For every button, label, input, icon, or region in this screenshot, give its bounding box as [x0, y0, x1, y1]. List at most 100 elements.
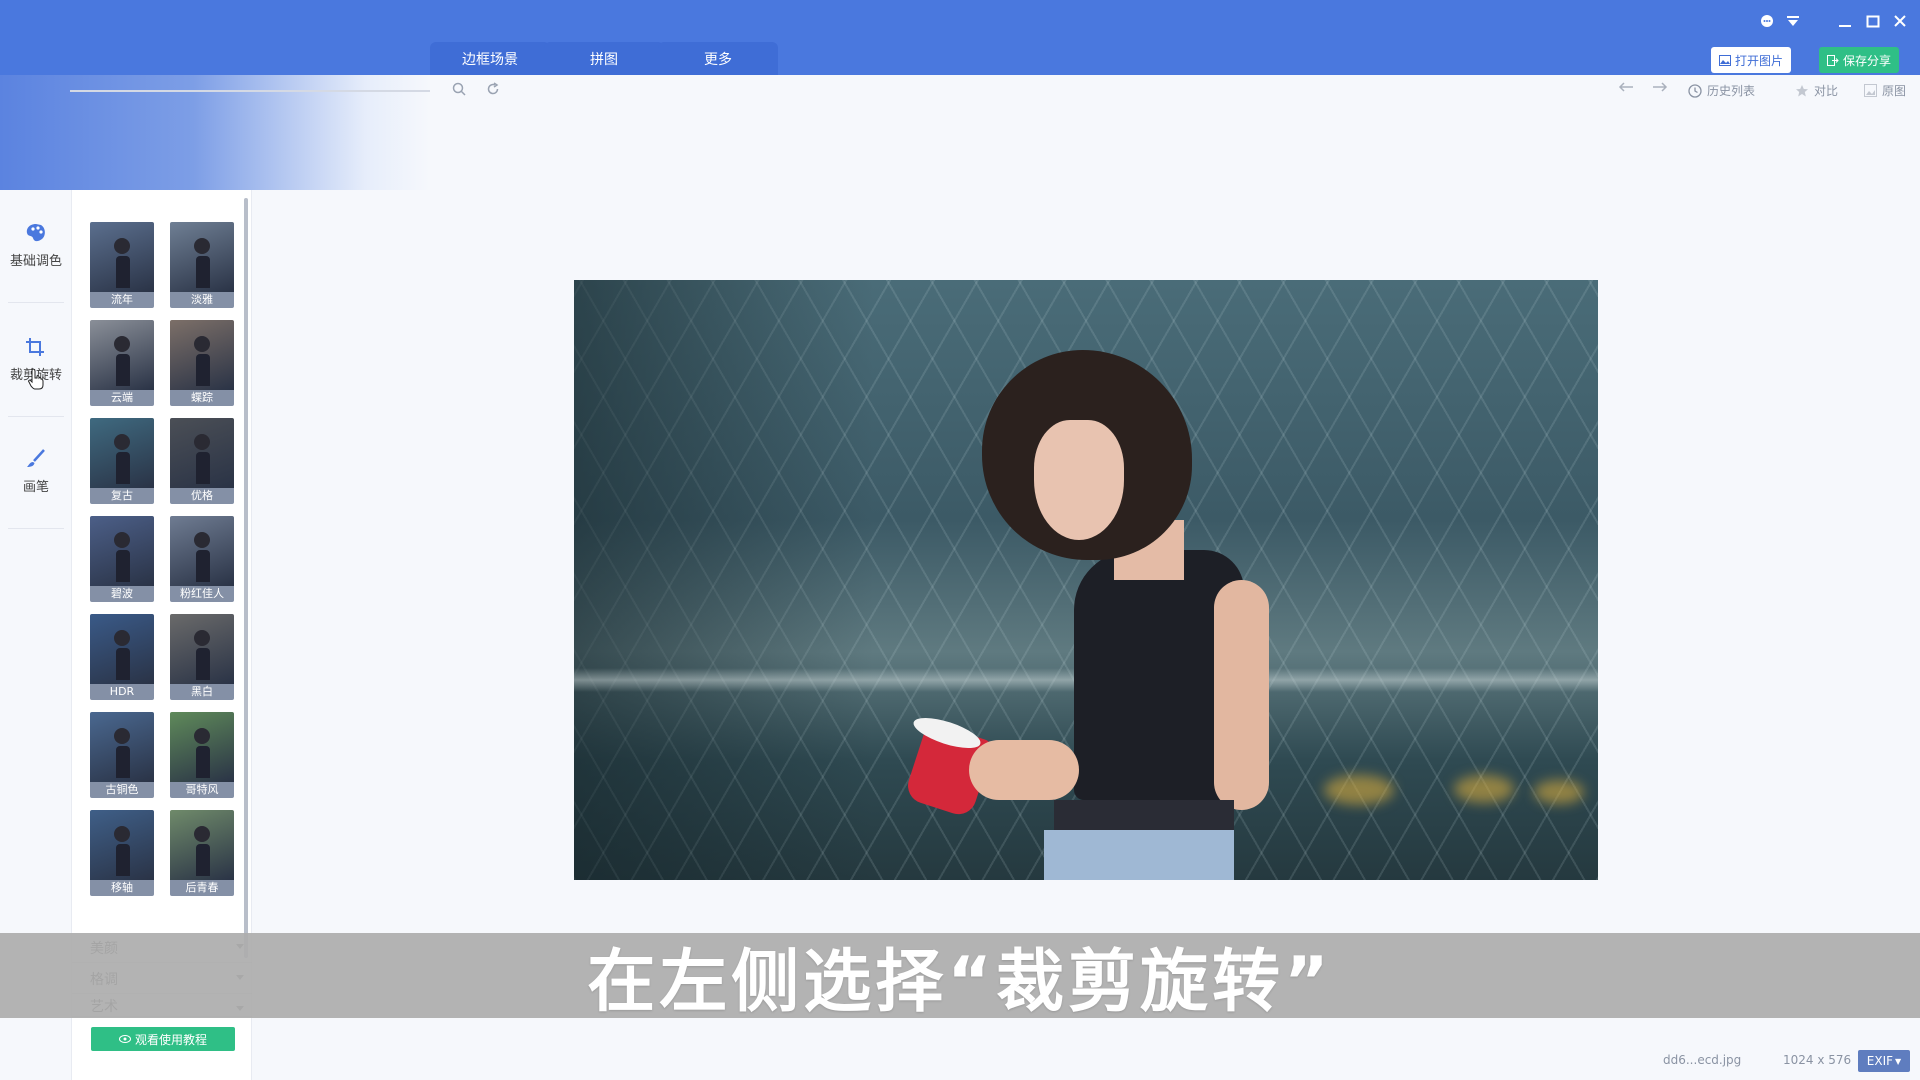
filter-thumbnail[interactable]: 黑白 — [170, 614, 234, 700]
filter-preview — [170, 810, 234, 880]
filter-thumbnail[interactable]: 后青春 — [170, 810, 234, 896]
filter-thumbnail[interactable]: 复古 — [90, 418, 154, 504]
filter-preview — [170, 516, 234, 586]
filter-label: 云端 — [90, 390, 154, 406]
filter-thumbnail[interactable]: 淡雅 — [170, 222, 234, 308]
rail-item-brush[interactable]: 画笔 — [0, 448, 72, 495]
brush-icon — [27, 449, 45, 467]
scrollbar[interactable] — [244, 198, 248, 958]
filter-thumbnail[interactable]: 古铜色 — [90, 712, 154, 798]
minimize-icon[interactable] — [1834, 10, 1856, 32]
export-icon — [1826, 54, 1839, 66]
photo-shade — [574, 280, 874, 880]
history-list-label: 历史列表 — [1707, 84, 1756, 98]
filter-preview-figure — [110, 630, 132, 680]
original-label: 原图 — [1882, 84, 1907, 98]
status-filename: dd6...ecd.jpg — [1663, 1053, 1742, 1067]
photo-subject-belt — [1054, 800, 1234, 830]
filter-thumbnail[interactable]: 云端 — [90, 320, 154, 406]
filter-preview — [90, 712, 154, 782]
overlay-haze — [0, 75, 430, 190]
filter-preview-figure — [190, 238, 212, 288]
close-icon[interactable] — [1889, 10, 1911, 32]
filter-thumbnail[interactable]: 流年 — [90, 222, 154, 308]
photo-subject-arm — [1214, 580, 1269, 810]
filter-preview-figure — [190, 532, 212, 582]
filter-preview-figure — [190, 336, 212, 386]
filter-preview-figure — [190, 630, 212, 680]
photo-bokeh — [1324, 775, 1394, 805]
filter-preview — [90, 516, 154, 586]
photo-bokeh — [1454, 775, 1514, 803]
main-photo — [574, 280, 1598, 880]
filter-label: 黑白 — [170, 684, 234, 700]
watch-tutorial-button[interactable]: 观看使用教程 — [91, 1027, 235, 1051]
filter-thumbnail[interactable]: 优格 — [170, 418, 234, 504]
open-image-button[interactable]: 打开图片 — [1711, 47, 1791, 73]
rail-divider — [8, 302, 64, 303]
compare-button[interactable]: 对比 — [1795, 82, 1838, 99]
zoom-slider[interactable] — [70, 90, 430, 92]
original-button[interactable]: 原图 — [1864, 82, 1906, 99]
rail-label-brush: 画笔 — [22, 480, 49, 495]
filter-thumbnail[interactable]: 蝶踪 — [170, 320, 234, 406]
rail-divider — [8, 416, 64, 417]
eye-icon — [118, 1035, 131, 1043]
filter-thumbnail[interactable]: 哥特风 — [170, 712, 234, 798]
filter-label: 蝶踪 — [170, 390, 234, 406]
photo-bokeh — [1534, 780, 1584, 804]
chevron-down-icon: ▼ — [1895, 1056, 1902, 1066]
save-share-label: 保存分享 — [1842, 53, 1891, 68]
filter-label: 哥特风 — [170, 782, 234, 798]
save-share-button[interactable]: 保存分享 — [1819, 47, 1899, 73]
redo-icon[interactable] — [1652, 82, 1668, 92]
filter-preview — [170, 418, 234, 488]
photo-subject-hands — [969, 740, 1079, 800]
filter-preview — [90, 418, 154, 488]
filter-preview — [90, 810, 154, 880]
photo-subject-face — [1034, 420, 1124, 540]
dropdown-menu-icon[interactable] — [1782, 10, 1804, 32]
rail-item-basic-color[interactable]: 基础调色 — [0, 222, 72, 269]
chat-bubble-icon[interactable] — [1756, 10, 1778, 32]
title-bar: 边框场景 拼图 更多 打开图片 保存分享 — [0, 0, 1920, 75]
watch-tutorial-label: 观看使用教程 — [134, 1032, 207, 1047]
filter-preview — [170, 320, 234, 390]
clock-icon — [1688, 83, 1702, 98]
filter-label: 后青春 — [170, 880, 234, 896]
compare-label: 对比 — [1814, 84, 1839, 98]
filter-preview — [90, 222, 154, 292]
filter-preview-figure — [110, 532, 132, 582]
filter-thumbnail[interactable]: 粉红佳人 — [170, 516, 234, 602]
picture-icon — [1864, 84, 1877, 97]
filter-thumbnail[interactable]: 碧波 — [90, 516, 154, 602]
filter-preview — [170, 712, 234, 782]
filter-preview — [90, 320, 154, 390]
filter-preview — [90, 614, 154, 684]
filter-label: HDR — [90, 684, 154, 700]
filter-label: 粉红佳人 — [170, 586, 234, 602]
photo-subject-jeans — [1044, 830, 1234, 880]
tab-frame-scene[interactable]: 边框场景 — [430, 42, 550, 75]
tab-collage[interactable]: 拼图 — [544, 42, 664, 75]
top-tabs: 边框场景 拼图 更多 — [430, 42, 778, 75]
filter-preview-figure — [190, 434, 212, 484]
tab-more[interactable]: 更多 — [658, 42, 778, 75]
filter-preview-figure — [110, 434, 132, 484]
palette-icon — [26, 224, 45, 242]
filter-thumbnail[interactable]: HDR — [90, 614, 154, 700]
exif-label: EXIF — [1866, 1054, 1894, 1068]
maximize-icon[interactable] — [1862, 10, 1884, 32]
filter-preview — [170, 614, 234, 684]
hand-cursor-icon — [28, 368, 44, 390]
exif-button[interactable]: EXIF ▼ — [1858, 1050, 1910, 1072]
history-list-button[interactable]: 历史列表 — [1688, 82, 1755, 99]
open-image-label: 打开图片 — [1734, 53, 1783, 68]
zoom-in-icon[interactable] — [452, 82, 466, 96]
filter-thumbnail[interactable]: 移轴 — [90, 810, 154, 896]
status-dimensions: 1024 x 576 — [1783, 1053, 1852, 1067]
undo-icon[interactable] — [1618, 82, 1634, 92]
rotate-icon[interactable] — [486, 82, 500, 96]
filter-label: 淡雅 — [170, 292, 234, 308]
image-icon — [1718, 54, 1731, 66]
